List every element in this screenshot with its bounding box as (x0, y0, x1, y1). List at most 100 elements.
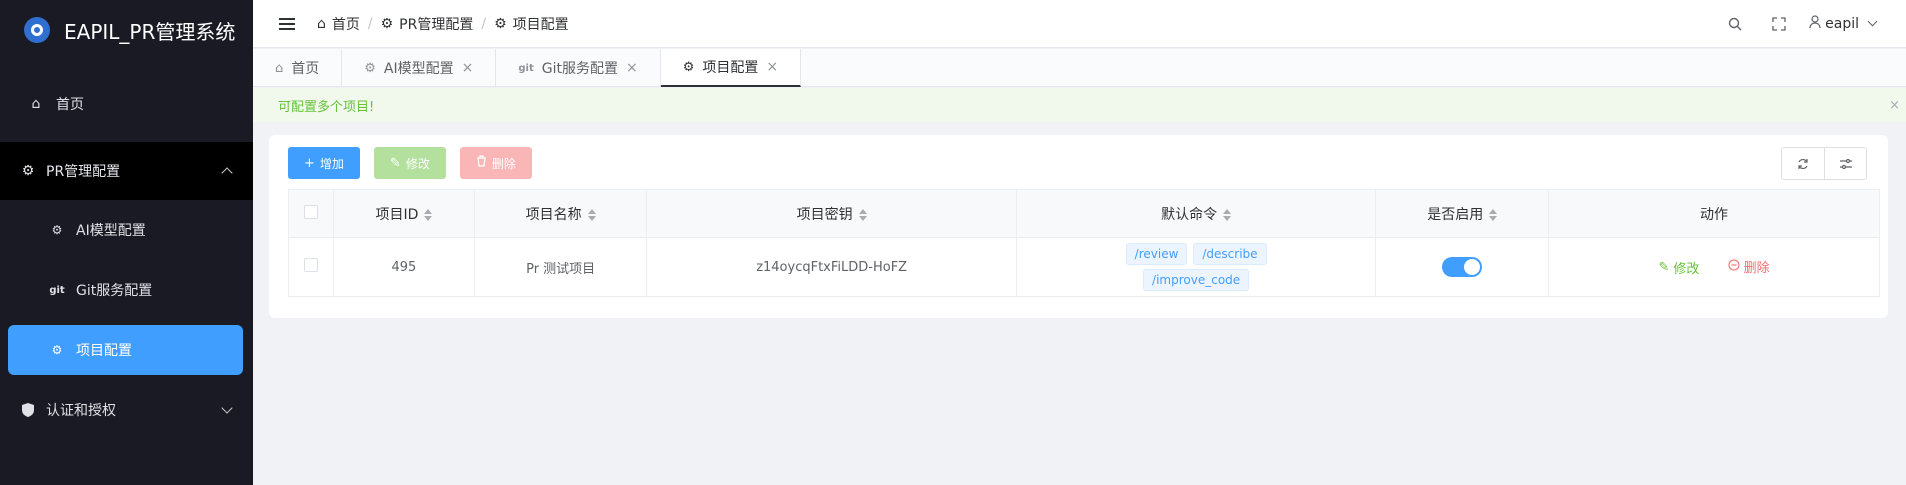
tab-bar: ⌂ 首页 ⚙ AI模型配置 × git Git服务配置 × ⚙ 项目配置 × (253, 49, 1906, 87)
sidebar-item-label: Git服务配置 (76, 283, 153, 299)
add-button[interactable]: + 增加 (288, 147, 360, 179)
sidebar-item-git-service[interactable]: git Git服务配置 (0, 260, 253, 320)
chevron-up-icon (221, 167, 233, 179)
row-edit-label: 修改 (1673, 261, 1700, 277)
sidebar-item-ai-model[interactable]: ⚙ AI模型配置 (0, 200, 253, 260)
column-header-commands[interactable]: 默认命令 (1015, 189, 1377, 238)
sort-icon[interactable] (424, 208, 433, 221)
gear-icon: ⚙ (21, 163, 35, 179)
edit-button[interactable]: ✎ 修改 (373, 147, 446, 179)
gear-icon: ⚙ (682, 59, 695, 75)
sort-icon[interactable] (858, 208, 867, 221)
tab-label: Git服务配置 (541, 61, 618, 77)
sidebar-item-home[interactable]: ⌂ 首页 (0, 74, 253, 134)
delete-button-label: 删除 (491, 156, 516, 171)
git-icon: git (49, 284, 65, 296)
column-label: 是否启用 (1427, 206, 1484, 223)
project-table: 项目ID 项目名称 项目密钥 默认命令 是否启用 动作 495 Pr 测试项目 … (288, 189, 1880, 297)
breadcrumb-label: 项目配置 (512, 16, 569, 33)
remove-circle-icon (1728, 259, 1740, 275)
refresh-icon[interactable] (1782, 148, 1824, 179)
column-header-name[interactable]: 项目名称 (473, 189, 648, 238)
delete-button[interactable]: 删除 (459, 147, 532, 179)
column-header-actions: 动作 (1548, 189, 1880, 238)
sort-icon[interactable] (587, 208, 596, 221)
user-menu[interactable]: eapil (1809, 15, 1878, 32)
enabled-toggle[interactable] (1442, 257, 1483, 277)
table-row: 495 Pr 测试项目 z14oycqFtxFiLDD-HoFZ /review… (288, 237, 1880, 297)
column-settings-icon[interactable] (1824, 148, 1866, 179)
sidebar-item-project-config[interactable]: ⚙ 项目配置 (8, 325, 243, 375)
tab-label: 项目配置 (702, 60, 759, 76)
command-tag: /review (1125, 243, 1188, 265)
sidebar-item-label: 项目配置 (76, 343, 132, 359)
breadcrumb-item-pr[interactable]: ⚙ PR管理配置 (381, 14, 474, 34)
column-label: 项目ID (375, 206, 419, 223)
gear-icon: ⚙ (51, 343, 63, 357)
column-header-id[interactable]: 项目ID (333, 189, 475, 238)
table-tools (1781, 147, 1867, 180)
select-all-checkbox[interactable] (304, 204, 318, 219)
breadcrumb-label: 首页 (331, 16, 360, 33)
row-delete-link[interactable]: 删除 (1728, 257, 1770, 276)
column-header-key[interactable]: 项目密钥 (646, 189, 1017, 238)
select-all-cell (288, 189, 334, 238)
chevron-down-icon (221, 402, 233, 414)
sidebar: EAPIL_PR管理系统 ⌂ 首页 ⚙ PR管理配置 ⚙ AI模型配置 git … (0, 0, 253, 485)
sidebar-item-label: 首页 (56, 97, 84, 113)
edit-button-label: 修改 (405, 156, 430, 171)
tab-git-service[interactable]: git Git服务配置 × (496, 49, 661, 87)
sidebar-group-label: 认证和授权 (46, 403, 116, 419)
edit-icon: ✎ (389, 155, 401, 171)
trash-icon (476, 155, 487, 171)
user-name: eapil (1825, 15, 1859, 32)
header-actions: eapil (1713, 15, 1878, 32)
sidebar-group-auth[interactable]: 认证和授权 (0, 380, 253, 440)
breadcrumb: ⌂ 首页 / ⚙ PR管理配置 / ⚙ 项目配置 (317, 14, 569, 34)
row-edit-link[interactable]: ✎ 修改 (1659, 258, 1700, 277)
app-title: EAPIL_PR管理系统 (64, 19, 236, 44)
fullscreen-icon[interactable] (1757, 16, 1801, 31)
breadcrumb-separator: / (367, 15, 373, 32)
app-logo-row: EAPIL_PR管理系统 (0, 0, 253, 60)
home-icon: ⌂ (31, 96, 41, 112)
breadcrumb-item-home[interactable]: ⌂ 首页 (317, 14, 360, 34)
sidebar-group-pr[interactable]: ⚙ PR管理配置 (0, 142, 253, 200)
cell-name: Pr 测试项目 (473, 237, 648, 297)
row-checkbox[interactable] (304, 258, 318, 272)
top-header: ⌂ 首页 / ⚙ PR管理配置 / ⚙ 项目配置 eapil (253, 0, 1906, 48)
app-logo-icon (24, 17, 50, 43)
sort-icon[interactable] (1223, 208, 1232, 221)
gear-icon: ⚙ (380, 15, 394, 32)
breadcrumb-separator: / (481, 15, 487, 32)
gear-icon: ⚙ (364, 60, 376, 76)
table-header-row: 项目ID 项目名称 项目密钥 默认命令 是否启用 动作 (288, 189, 1880, 238)
tab-ai-model[interactable]: ⚙ AI模型配置 × (342, 49, 497, 87)
close-icon[interactable]: × (462, 60, 474, 76)
sidebar-item-label: AI模型配置 (76, 223, 146, 239)
close-icon[interactable]: × (1889, 98, 1900, 113)
add-button-label: 增加 (319, 156, 344, 171)
git-icon: git (518, 62, 534, 74)
column-label: 项目名称 (525, 206, 582, 223)
sidebar-group-label: PR管理配置 (46, 164, 121, 180)
tab-label: 首页 (291, 61, 320, 77)
sort-icon[interactable] (1489, 208, 1498, 221)
close-icon[interactable]: × (626, 60, 638, 76)
menu-toggle-icon[interactable] (279, 17, 295, 30)
row-select-cell (288, 237, 334, 297)
home-icon: ⌂ (317, 15, 326, 32)
command-tag: /improve_code (1143, 269, 1250, 291)
tab-label: AI模型配置 (383, 61, 454, 77)
gear-icon: ⚙ (51, 223, 63, 237)
chevron-down-icon (1867, 16, 1878, 27)
search-icon[interactable] (1713, 17, 1757, 31)
edit-icon: ✎ (1658, 259, 1670, 275)
breadcrumb-item-project: ⚙ 项目配置 (494, 14, 569, 34)
close-icon[interactable]: × (766, 59, 778, 75)
command-tag: /describe (1193, 243, 1267, 265)
tab-project-config[interactable]: ⚙ 项目配置 × (660, 49, 802, 87)
column-header-enabled[interactable]: 是否启用 (1375, 189, 1550, 238)
tab-home[interactable]: ⌂ 首页 (253, 49, 343, 87)
cell-key: z14oycqFtxFiLDD-HoFZ (646, 237, 1017, 297)
